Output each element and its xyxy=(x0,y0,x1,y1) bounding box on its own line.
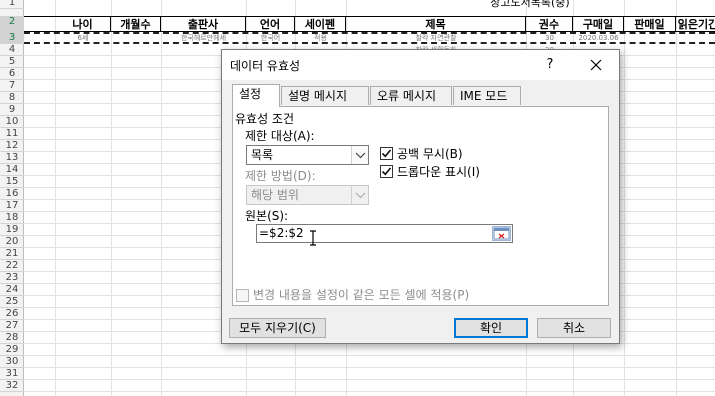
source-input-value: =$2:$2 xyxy=(259,226,304,240)
row-number[interactable]: 8 xyxy=(0,92,24,104)
apply-all-label: 변경 내용을 설정이 같은 모든 셀에 적용(P) xyxy=(253,288,470,302)
row-number[interactable]: 6 xyxy=(0,68,24,80)
data-label: 제한 방법(D): xyxy=(245,169,316,183)
row-number[interactable]: 19 xyxy=(0,224,24,236)
row-number[interactable]: 3 xyxy=(0,32,24,44)
header-row: 나이 개월수 출판사 언어 세이펜 제목 권수 구매일 판매일 읽은기간 xyxy=(24,16,715,32)
cell-count[interactable]: 30 xyxy=(526,34,573,43)
header-months[interactable]: 개월수 xyxy=(111,17,161,32)
close-button[interactable] xyxy=(584,53,608,77)
tab-error-message[interactable]: 오류 메시지 xyxy=(370,86,452,105)
row-number[interactable]: 14 xyxy=(0,164,24,176)
cell-saypen[interactable]: 적용 xyxy=(295,34,346,43)
allow-select[interactable]: 목록 xyxy=(246,145,369,165)
row-number[interactable]: 12 xyxy=(0,140,24,152)
data-select: 해당 범위 xyxy=(246,185,369,205)
row-number[interactable]: 9 xyxy=(0,104,24,116)
row-number[interactable]: 25 xyxy=(0,296,24,308)
dropdown-checkbox[interactable] xyxy=(380,165,393,178)
source-input[interactable]: =$2:$2 xyxy=(256,224,513,243)
cell-age[interactable]: 6세 xyxy=(55,34,111,43)
row-number[interactable]: 20 xyxy=(0,236,24,248)
row-number[interactable]: 13 xyxy=(0,152,24,164)
clear-all-button[interactable]: 모두 지우기(C) xyxy=(229,318,326,338)
tab-input-message[interactable]: 설명 메시지 xyxy=(281,86,369,105)
sheet-title: 장고도서목록(중) xyxy=(490,0,570,9)
validation-criteria-heading: 유효성 조건 xyxy=(235,112,295,126)
row-number[interactable]: 28 xyxy=(0,332,24,344)
cell-publisher[interactable]: 한국헤르만헤세 xyxy=(161,34,246,43)
header-count[interactable]: 권수 xyxy=(526,17,573,32)
gridline xyxy=(161,0,162,396)
row-number[interactable]: 4 xyxy=(0,44,24,56)
gridline xyxy=(111,0,112,396)
header-saypen[interactable]: 세이펜 xyxy=(295,17,346,32)
gridline xyxy=(24,355,715,356)
row-number[interactable]: 2 xyxy=(0,16,24,32)
header-sale-date[interactable]: 판매일 xyxy=(624,17,676,32)
row-number[interactable]: 21 xyxy=(0,248,24,260)
row-number[interactable]: 1 xyxy=(0,0,24,9)
row-number[interactable]: 30 xyxy=(0,356,24,368)
row-number[interactable]: 16 xyxy=(0,188,24,200)
header-language[interactable]: 언어 xyxy=(246,17,295,32)
gridline xyxy=(24,379,715,380)
gridline xyxy=(624,0,625,396)
ignore-blank-checkbox[interactable] xyxy=(380,147,393,160)
row-number[interactable]: 22 xyxy=(0,260,24,272)
ok-button[interactable]: 확인 xyxy=(454,318,528,338)
row-number[interactable]: 23 xyxy=(0,272,24,284)
data-validation-dialog: 데이터 유효성 ? 설정 설명 메시지 오류 메시지 IME 모드 유효성 조건… xyxy=(221,49,620,344)
tab-ime-mode[interactable]: IME 모드 xyxy=(453,86,521,105)
source-label: 원본(S): xyxy=(245,209,289,223)
row-number[interactable]: 7 xyxy=(0,80,24,92)
settings-panel: 유효성 조건 제한 대상(A): 목록 공백 무시(B) 드롭다운 표시(I) … xyxy=(232,106,609,306)
cancel-button[interactable]: 취소 xyxy=(537,318,611,338)
dropdown-label[interactable]: 드롭다운 표시(I) xyxy=(397,163,480,180)
row-number[interactable]: 27 xyxy=(0,320,24,332)
dialog-titlebar[interactable]: 데이터 유효성 ? xyxy=(222,50,619,80)
close-icon xyxy=(590,59,602,71)
header-age[interactable]: 나이 xyxy=(55,17,111,32)
row-number[interactable]: 29 xyxy=(0,344,24,356)
chevron-down-icon xyxy=(351,186,368,204)
gridline xyxy=(24,367,715,368)
tab-settings[interactable]: 설정 xyxy=(232,84,280,107)
cell-purchase-date[interactable]: 2020.03.06 xyxy=(573,34,624,43)
allow-label: 제한 대상(A): xyxy=(245,129,315,143)
row-number[interactable]: 24 xyxy=(0,284,24,296)
range-select-icon xyxy=(493,227,510,240)
row-number[interactable]: 17 xyxy=(0,200,24,212)
checkmark-icon xyxy=(381,149,392,158)
row-number[interactable]: 32 xyxy=(0,380,24,392)
row-number[interactable]: 31 xyxy=(0,368,24,380)
header-title[interactable]: 제목 xyxy=(346,17,526,32)
text-cursor-icon xyxy=(310,230,316,246)
selected-row-3[interactable]: 6세 한국헤르만헤세 한국어 적용 찰칵 자연관찰 30 2020.03.06 xyxy=(24,32,715,44)
range-picker-button[interactable] xyxy=(492,226,511,241)
header-purchase-date[interactable]: 구매일 xyxy=(573,17,624,32)
ignore-blank-label[interactable]: 공백 무시(B) xyxy=(397,145,463,162)
apply-all-checkbox xyxy=(236,289,249,302)
gridline xyxy=(55,0,56,396)
dialog-title: 데이터 유효성 xyxy=(230,59,301,73)
gridline xyxy=(24,391,715,392)
chevron-down-icon[interactable] xyxy=(351,146,368,164)
data-select-value: 해당 범위 xyxy=(251,188,299,202)
row-number[interactable]: 18 xyxy=(0,212,24,224)
row-number[interactable]: 11 xyxy=(0,128,24,140)
row-number[interactable]: 15 xyxy=(0,176,24,188)
help-button[interactable]: ? xyxy=(540,54,560,76)
checkmark-icon xyxy=(381,167,392,176)
row-number[interactable]: 26 xyxy=(0,308,24,320)
allow-select-value: 목록 xyxy=(251,148,274,162)
row-number[interactable]: 5 xyxy=(0,56,24,68)
header-publisher[interactable]: 출판사 xyxy=(161,17,246,32)
cell-title[interactable]: 찰칵 자연관찰 xyxy=(346,34,526,43)
gridline xyxy=(676,0,677,396)
header-reading-period[interactable]: 읽은기간 xyxy=(676,17,715,32)
cell-language[interactable]: 한국어 xyxy=(246,34,295,43)
row-number[interactable]: 10 xyxy=(0,116,24,128)
